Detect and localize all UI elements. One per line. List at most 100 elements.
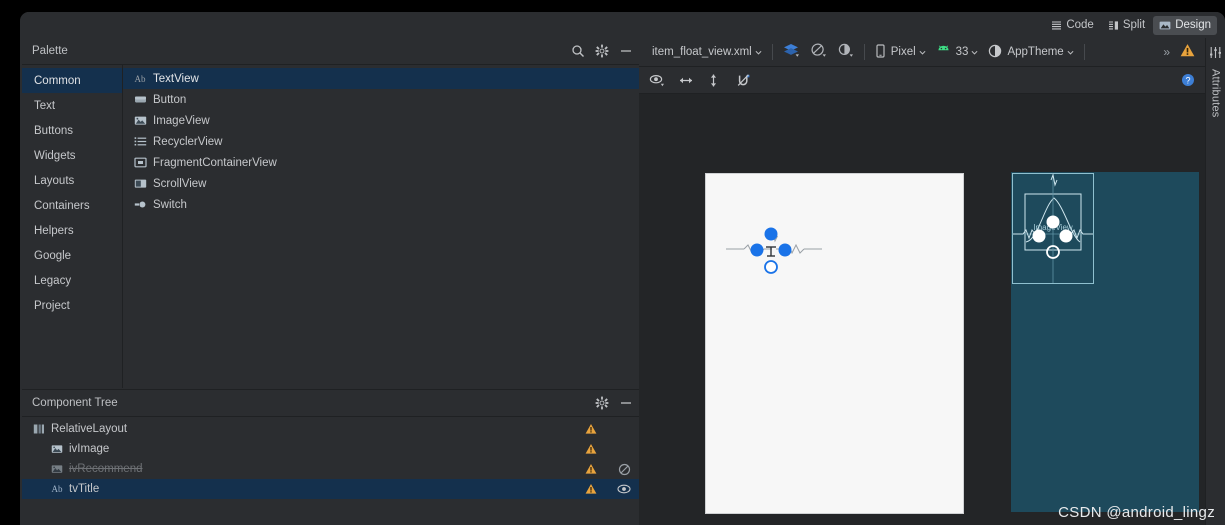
theme-selector[interactable]: AppTheme <box>983 41 1078 63</box>
api-level-selector[interactable]: 33 <box>931 41 984 63</box>
tree-item-label: RelativeLayout <box>51 423 128 435</box>
watermark-text: CSDN @android_lingz <box>1058 504 1215 521</box>
warning-triangle-icon[interactable] <box>573 423 609 435</box>
bottom-constraint-handle <box>764 260 778 274</box>
palette-category-helpers[interactable]: Helpers <box>22 218 122 243</box>
palette-item-switch[interactable]: Switch <box>123 194 639 215</box>
palette-body: Common Text Buttons Widgets Layouts Cont… <box>22 65 639 388</box>
design-mode-button[interactable] <box>778 41 805 63</box>
blueprint-preview[interactable]: ImageView <box>1011 172 1199 512</box>
warning-triangle-icon[interactable] <box>573 463 609 475</box>
palette-item-imageview[interactable]: ImageView <box>123 110 639 131</box>
warning-triangle-icon[interactable] <box>573 483 609 495</box>
file-selector[interactable]: item_float_view.xml <box>647 41 767 63</box>
palette-item-scrollview[interactable]: ScrollView <box>123 173 639 194</box>
palette-category-label: Widgets <box>34 149 76 162</box>
toolbar-overflow-button[interactable]: » <box>1158 41 1175 63</box>
sliders-icon <box>1209 46 1222 64</box>
split-panes-icon <box>1108 20 1119 31</box>
minimize-icon[interactable] <box>619 44 633 58</box>
not-allowed-icon[interactable] <box>609 463 639 476</box>
clear-constraints-magnet-icon[interactable] <box>736 73 751 88</box>
palette-item-fragmentcontainerview[interactable]: FragmentContainerView <box>123 152 639 173</box>
table-row[interactable]: ivImage <box>22 439 639 459</box>
palette-category-text[interactable]: Text <box>22 93 122 118</box>
api-level-label: 33 <box>955 46 969 58</box>
component-tree-title: Component Tree <box>32 397 118 409</box>
component-tree-header-actions <box>595 396 633 410</box>
help-question-icon[interactable]: ? <box>1181 73 1196 88</box>
palette-item-recyclerview[interactable]: RecyclerView <box>123 131 639 152</box>
minimize-icon[interactable] <box>619 396 633 410</box>
tree-item-label: ivRecommend <box>69 463 143 475</box>
eye-visibility-icon[interactable] <box>649 73 664 88</box>
textview-ab-icon: Ab <box>134 73 146 84</box>
toolbar-divider <box>1083 44 1085 60</box>
palette-category-label: Helpers <box>34 224 74 237</box>
search-icon[interactable] <box>571 44 585 58</box>
device-render-preview[interactable] <box>705 173 964 514</box>
relativelayout-icon <box>32 422 46 436</box>
switch-icon <box>133 198 147 212</box>
horizontal-resize-icon[interactable] <box>678 73 693 88</box>
attributes-tool-tab[interactable]: Attributes <box>1205 38 1225 525</box>
tab-split[interactable]: Split <box>1102 16 1151 35</box>
layers-icon <box>783 43 800 61</box>
palette-category-label: Containers <box>34 199 90 212</box>
palette-category-common[interactable]: Common <box>22 68 122 93</box>
palette-category-label: Layouts <box>34 174 75 187</box>
android-robot-icon <box>936 45 951 60</box>
palette-header-actions <box>571 44 633 58</box>
table-row[interactable]: RelativeLayout <box>22 419 639 439</box>
warning-triangle-icon[interactable] <box>573 443 609 455</box>
issues-warning-button[interactable] <box>1175 41 1200 63</box>
editor-config-toolbar: item_float_view.xml Pixel 33 AppTheme » <box>639 38 1206 67</box>
palette-category-buttons[interactable]: Buttons <box>22 118 122 143</box>
screenshot-root: Code Split Design Palette Common Text Bu… <box>0 0 1225 525</box>
tab-design[interactable]: Design <box>1153 15 1217 35</box>
eye-icon[interactable] <box>609 482 639 496</box>
gear-icon[interactable] <box>595 44 609 58</box>
palette-category-label: Project <box>34 299 70 312</box>
palette-category-google[interactable]: Google <box>22 243 122 268</box>
textview-ab-icon: Ab <box>51 484 63 494</box>
vertical-resize-icon[interactable] <box>707 73 722 88</box>
palette-category-legacy[interactable]: Legacy <box>22 268 122 293</box>
top-constraint-handle <box>764 227 778 241</box>
fragment-container-icon <box>133 156 147 170</box>
gear-icon[interactable] <box>595 396 609 410</box>
palette-category-project[interactable]: Project <box>22 293 122 318</box>
table-row[interactable]: Ab tvTitle <box>22 479 639 499</box>
design-canvas[interactable]: ImageView <box>639 94 1206 525</box>
left-constraint-handle <box>750 243 764 257</box>
palette-item-button[interactable]: Button <box>123 89 639 110</box>
toolbar-divider <box>771 44 773 60</box>
chevron-down-icon <box>971 50 978 55</box>
palette-title: Palette <box>32 45 68 57</box>
attributes-tab-label: Attributes <box>1209 69 1222 118</box>
svg-text:?: ? <box>1185 75 1190 85</box>
phone-icon <box>875 43 886 61</box>
tab-code-label: Code <box>1066 19 1094 31</box>
palette-category-label: Common <box>34 74 81 87</box>
overflow-chevrons-icon: » <box>1163 45 1170 59</box>
device-selector[interactable]: Pixel <box>870 41 931 63</box>
palette-category-widgets[interactable]: Widgets <box>22 143 122 168</box>
palette-category-label: Google <box>34 249 72 262</box>
theme-contrast-button[interactable] <box>832 41 859 63</box>
palette-category-containers[interactable]: Containers <box>22 193 122 218</box>
palette-category-layouts[interactable]: Layouts <box>22 168 122 193</box>
design-surface-toolbar: ? <box>639 67 1206 94</box>
device-label: Pixel <box>890 46 916 58</box>
orientation-button[interactable] <box>805 41 832 63</box>
selected-widget-handles <box>726 227 822 274</box>
table-row[interactable]: ivRecommend <box>22 459 639 479</box>
tree-row-status <box>573 419 639 439</box>
tree-row-status <box>573 479 639 499</box>
night-mode-icon <box>837 43 854 61</box>
tab-split-label: Split <box>1122 19 1146 31</box>
palette-item-label: Switch <box>153 198 187 211</box>
palette-item-textview[interactable]: Ab TextView <box>123 68 639 89</box>
bp-right-handle <box>1059 229 1073 243</box>
tab-code[interactable]: Code <box>1045 16 1100 35</box>
